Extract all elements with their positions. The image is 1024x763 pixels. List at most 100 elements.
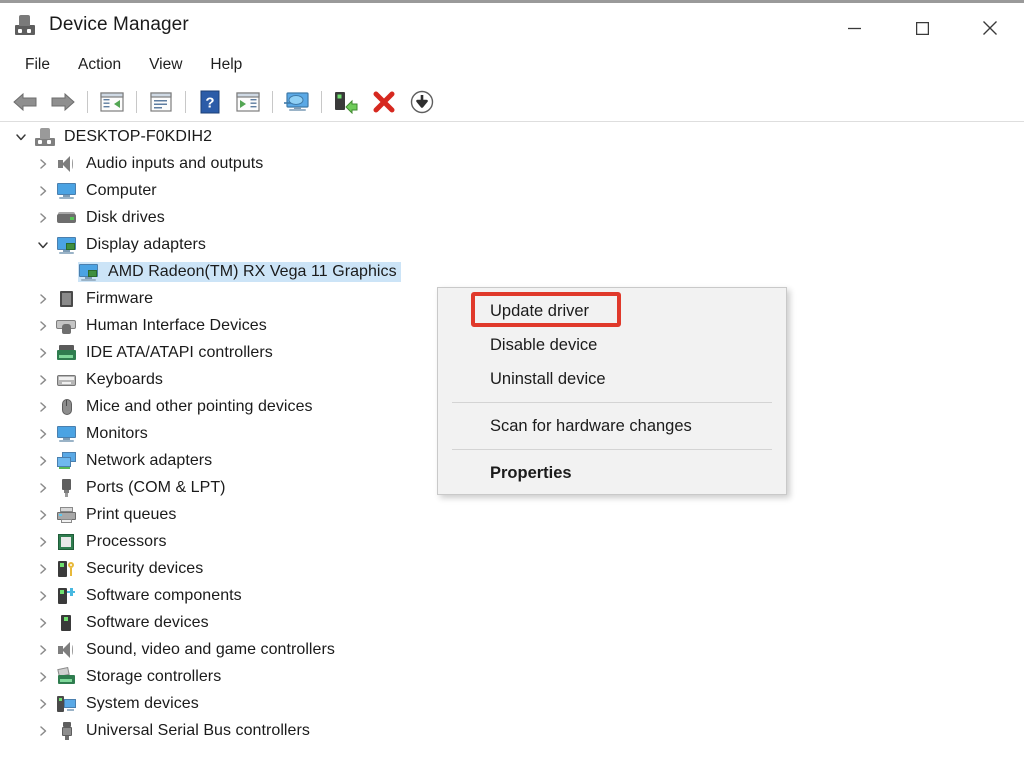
display-adapter-icon: [78, 262, 100, 282]
show-hide-console-tree-icon[interactable]: [96, 86, 128, 118]
window-controls: [820, 6, 1024, 50]
firmware-icon: [56, 289, 78, 309]
context-menu-item-disable-device[interactable]: Disable device: [438, 328, 786, 362]
system-device-icon: [56, 694, 78, 714]
chevron-right-icon[interactable]: [30, 401, 56, 413]
chevron-right-icon[interactable]: [30, 671, 56, 683]
computer-root-icon: [34, 127, 56, 147]
tree-node-label: Disk drives: [86, 208, 165, 226]
tree-node-system-devices[interactable]: System devices: [0, 690, 1024, 717]
menu-view[interactable]: View: [135, 52, 196, 78]
tree-node-label: Ports (COM & LPT): [86, 478, 226, 496]
chevron-right-icon[interactable]: [30, 212, 56, 224]
context-menu-item-update-driver[interactable]: Update driver: [438, 294, 786, 328]
update-driver-icon[interactable]: [330, 86, 362, 118]
toolbar-separator: [185, 90, 186, 113]
chevron-right-icon[interactable]: [30, 617, 56, 629]
toolbar-separator: [136, 90, 137, 113]
chevron-right-icon[interactable]: [30, 590, 56, 602]
back-icon[interactable]: [9, 86, 41, 118]
tree-node-label: Processors: [86, 532, 167, 550]
chevron-right-icon[interactable]: [30, 536, 56, 548]
tree-node-label: Firmware: [86, 289, 154, 307]
close-button[interactable]: [956, 6, 1024, 50]
tree-node-label: Print queues: [86, 505, 177, 523]
context-menu-separator: [452, 449, 772, 450]
tree-node-desktop[interactable]: DESKTOP-F0KDIH2: [0, 123, 1024, 150]
chevron-right-icon[interactable]: [30, 185, 56, 197]
tree-node-print-queues[interactable]: Print queues: [0, 501, 1024, 528]
chevron-right-icon[interactable]: [30, 509, 56, 521]
tree-node-storage-controllers[interactable]: Storage controllers: [0, 663, 1024, 690]
menu-file[interactable]: File: [11, 52, 64, 78]
toolbar-separator: [87, 90, 88, 113]
chevron-right-icon[interactable]: [30, 482, 56, 494]
chevron-down-icon[interactable]: [8, 131, 34, 143]
context-menu[interactable]: Update driver Disable device Uninstall d…: [437, 287, 787, 495]
tree-node-software-devices[interactable]: Software devices: [0, 609, 1024, 636]
tree-node-label: Mice and other pointing devices: [86, 397, 313, 415]
chevron-right-icon[interactable]: [30, 428, 56, 440]
chevron-right-icon[interactable]: [30, 725, 56, 737]
context-menu-item-properties[interactable]: Properties: [438, 456, 786, 490]
context-menu-item-scan-for-hardware-changes[interactable]: Scan for hardware changes: [438, 409, 786, 443]
menu-help[interactable]: Help: [196, 52, 256, 78]
maximize-button[interactable]: [888, 6, 956, 50]
toolbar-separator: [321, 90, 322, 113]
tree-node-universal-serial-bus-controllers[interactable]: Universal Serial Bus controllers: [0, 717, 1024, 744]
tree-node-label: IDE ATA/ATAPI controllers: [86, 343, 273, 361]
tree-node-label: Universal Serial Bus controllers: [86, 721, 310, 739]
device-manager-window: Device Manager File Action View Help ? D…: [0, 0, 1024, 763]
human-interface-device-icon: [56, 316, 78, 336]
tree-node-label: Software components: [86, 586, 242, 604]
tree-node-display-adapters[interactable]: Display adapters: [0, 231, 1024, 258]
properties-icon[interactable]: [145, 86, 177, 118]
tree-node-label: Computer: [86, 181, 157, 199]
chevron-right-icon[interactable]: [30, 374, 56, 386]
tree-node-amd-radeon-rx-vega-11-graphics[interactable]: AMD Radeon(TM) RX Vega 11 Graphics: [0, 258, 1024, 285]
chevron-down-icon[interactable]: [30, 239, 56, 251]
minimize-button[interactable]: [820, 6, 888, 50]
disk-drive-icon: [56, 208, 78, 228]
speaker-icon: [56, 640, 78, 660]
forward-icon[interactable]: [47, 86, 79, 118]
tree-node-label: Software devices: [86, 613, 209, 631]
tree-node-label: Human Interface Devices: [86, 316, 267, 334]
tree-node-software-components[interactable]: Software components: [0, 582, 1024, 609]
chevron-right-icon[interactable]: [30, 563, 56, 575]
toolbar: ?: [0, 82, 1024, 122]
menu-action[interactable]: Action: [64, 52, 135, 78]
title-bar-left: Device Manager: [0, 14, 189, 36]
scan-for-hardware-changes-icon[interactable]: [281, 86, 313, 118]
tree-node-computer[interactable]: Computer: [0, 177, 1024, 204]
chevron-right-icon[interactable]: [30, 293, 56, 305]
computer-icon: [56, 181, 78, 201]
monitor-icon: [56, 424, 78, 444]
toolbar-separator: [272, 90, 273, 113]
port-icon: [56, 478, 78, 498]
context-menu-item-uninstall-device[interactable]: Uninstall device: [438, 362, 786, 396]
chevron-right-icon[interactable]: [30, 455, 56, 467]
processor-icon: [56, 532, 78, 552]
disable-device-icon[interactable]: [406, 86, 438, 118]
chevron-right-icon[interactable]: [30, 644, 56, 656]
tree-node-disk-drives[interactable]: Disk drives: [0, 204, 1024, 231]
help-icon[interactable]: ?: [194, 86, 226, 118]
tree-node-sound-video-and-game-controllers[interactable]: Sound, video and game controllers: [0, 636, 1024, 663]
context-menu-separator: [452, 402, 772, 403]
tree-node-security-devices[interactable]: Security devices: [0, 555, 1024, 582]
title-bar: Device Manager: [0, 0, 1024, 47]
chevron-right-icon[interactable]: [30, 320, 56, 332]
software-component-icon: [56, 586, 78, 606]
show-hide-action-pane-icon[interactable]: [232, 86, 264, 118]
tree-node-processors[interactable]: Processors: [0, 528, 1024, 555]
chevron-right-icon[interactable]: [30, 158, 56, 170]
ide-controller-icon: [56, 343, 78, 363]
tree-node-label: Audio inputs and outputs: [86, 154, 264, 172]
chevron-right-icon[interactable]: [30, 347, 56, 359]
security-device-icon: [56, 559, 78, 579]
uninstall-device-icon[interactable]: [368, 86, 400, 118]
tree-node-audio-inputs-and-outputs[interactable]: Audio inputs and outputs: [0, 150, 1024, 177]
chevron-right-icon[interactable]: [30, 698, 56, 710]
menu-bar: File Action View Help: [0, 47, 1024, 82]
